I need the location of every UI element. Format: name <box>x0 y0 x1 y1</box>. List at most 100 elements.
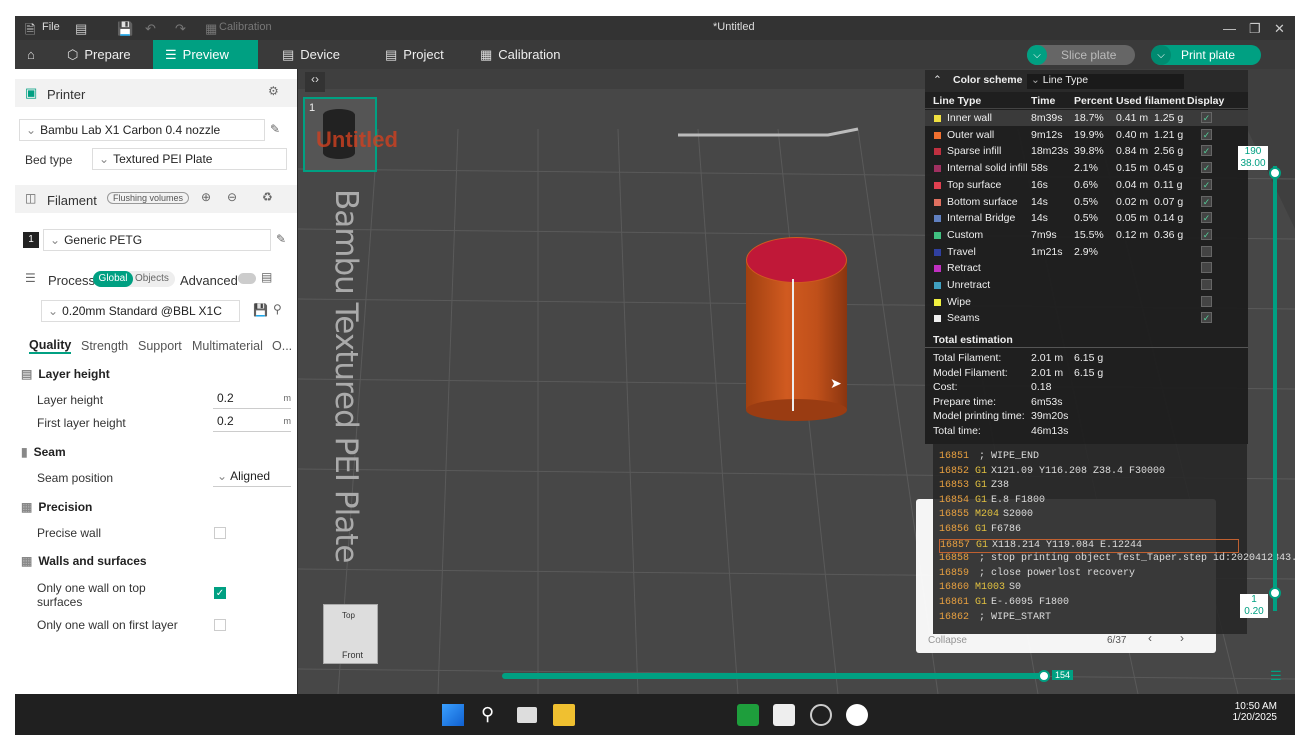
legend-row[interactable]: Bottom surface 14s 0.5% 0.02 m 0.07 g ✓ <box>925 194 1248 210</box>
layer-height-input[interactable]: 0.2 m <box>213 389 291 409</box>
legend-row[interactable]: Top surface 16s 0.6% 0.04 m 0.11 g ✓ <box>925 177 1248 193</box>
tab-prepare[interactable]: ⬡ Prepare <box>55 40 143 69</box>
save-icon[interactable]: 💾 <box>117 21 133 37</box>
tab-project[interactable]: ▤ Project <box>373 40 456 69</box>
legend-row[interactable]: Wipe <box>925 294 1248 310</box>
add-filament-icon[interactable]: ⊕ <box>201 190 211 204</box>
file-menu[interactable]: File <box>42 21 60 33</box>
print-dropdown-icon[interactable]: ⌵ <box>1151 45 1171 65</box>
display-checkbox[interactable]: ✓ <box>1201 212 1212 224</box>
flushing-volumes-button[interactable]: Flushing volumes <box>107 192 190 204</box>
bed-type-label: Bed type <box>25 153 73 167</box>
advanced-toggle[interactable] <box>238 273 256 284</box>
recorder-icon[interactable] <box>810 704 832 726</box>
layer-slider-top-handle[interactable] <box>1269 167 1281 179</box>
home-button[interactable]: ⌂ <box>15 40 47 69</box>
view-cube-top[interactable]: Top <box>342 611 355 620</box>
move-slider-handle[interactable] <box>1038 670 1050 682</box>
one-wall-first-layer-checkbox[interactable] <box>214 619 226 631</box>
legend-row[interactable]: Retract <box>925 260 1248 276</box>
notepad-icon[interactable] <box>773 704 795 726</box>
display-checkbox[interactable]: ✓ <box>1201 145 1212 157</box>
slice-dropdown-icon[interactable]: ⌵ <box>1027 45 1047 65</box>
search-icon[interactable]: ⚲ <box>273 302 282 316</box>
objects-option[interactable]: Objects <box>135 273 169 284</box>
edit-printer-icon[interactable]: ✎ <box>270 122 280 136</box>
tab-device[interactable]: ▤ Device <box>270 40 352 69</box>
display-checkbox[interactable]: ✓ <box>1201 312 1212 324</box>
color-scheme-select[interactable]: ⌄ Line Type <box>1027 74 1184 89</box>
print-plate-button[interactable]: ⌵ Print plate <box>1151 45 1261 65</box>
legend-row[interactable]: Outer wall 9m12s 19.9% 0.40 m 1.21 g ✓ <box>925 127 1248 143</box>
view-cube[interactable]: Top Front <box>323 604 378 664</box>
task-view-icon[interactable] <box>517 707 537 723</box>
tab-support[interactable]: Support <box>138 339 182 353</box>
tab-others[interactable]: O... <box>272 339 292 353</box>
display-checkbox[interactable]: ✓ <box>1201 178 1212 190</box>
printer-select[interactable]: ⌄ Bambu Lab X1 Carbon 0.4 nozzle <box>19 119 265 141</box>
display-checkbox[interactable] <box>1201 245 1212 257</box>
legend-row[interactable]: Unretract <box>925 277 1248 293</box>
redo-icon[interactable]: ↷ <box>175 21 186 37</box>
legend-row[interactable]: Sparse infill 18m23s 39.8% 0.84 m 2.56 g ✓ <box>925 143 1248 159</box>
view-cube-front[interactable]: Front <box>342 650 363 660</box>
global-option[interactable]: Global <box>93 271 133 287</box>
clock[interactable]: 10:50 AM 1/20/2025 <box>1225 701 1278 723</box>
global-objects-toggle[interactable]: Global Objects <box>93 271 175 287</box>
minimize-icon[interactable]: — <box>1223 21 1236 36</box>
seam-position-select[interactable]: ⌄ Aligned <box>213 467 291 487</box>
move-slider-value: 154 <box>1052 670 1074 680</box>
tab-strength[interactable]: Strength <box>81 339 128 353</box>
file-explorer-icon[interactable] <box>553 704 575 726</box>
collapse-legend-icon[interactable]: ⌃ <box>933 74 942 86</box>
layer-slider-bottom-handle[interactable] <box>1269 587 1281 599</box>
legend-row[interactable]: Internal Bridge 14s 0.5% 0.05 m 0.14 g ✓ <box>925 210 1248 226</box>
collapse-sidebar-icon[interactable]: ‹› <box>305 72 325 92</box>
display-checkbox[interactable] <box>1201 279 1212 290</box>
calibration-icon: ▦ <box>480 46 493 62</box>
close-icon[interactable]: ✕ <box>1274 21 1285 37</box>
collapse-button[interactable]: Collapse <box>928 635 967 646</box>
filament-select[interactable]: ⌄ Generic PETG <box>43 229 271 251</box>
bambu-studio-icon[interactable] <box>846 704 868 726</box>
calibration-label[interactable]: Calibration <box>219 21 272 33</box>
layer-slider[interactable] <box>1273 166 1277 611</box>
layers-stack-icon[interactable]: ☰ <box>1270 668 1282 684</box>
precise-wall-checkbox[interactable] <box>214 527 226 539</box>
bed-type-select[interactable]: ⌄ Textured PEI Plate <box>92 148 287 170</box>
green-app-icon[interactable] <box>737 704 759 726</box>
legend-row[interactable]: Custom 7m9s 15.5% 0.12 m 0.36 g ✓ <box>925 227 1248 243</box>
one-wall-top-checkbox[interactable]: ✓ <box>214 587 226 599</box>
maximize-icon[interactable]: ❐ <box>1249 21 1261 37</box>
undo-icon[interactable]: ↶ <box>145 21 156 37</box>
display-checkbox[interactable] <box>1201 262 1212 274</box>
remove-filament-icon[interactable]: ⊖ <box>227 190 237 204</box>
process-select[interactable]: ⌄ 0.20mm Standard @BBL X1C <box>41 300 240 322</box>
legend-row[interactable]: Seams ✓ <box>925 310 1248 326</box>
slice-plate-button[interactable]: ⌵ Slice plate <box>1027 45 1135 65</box>
legend-row[interactable]: Inner wall 8m39s 18.7% 0.41 m 1.25 g ✓ <box>925 110 1248 126</box>
display-checkbox[interactable]: ✓ <box>1201 162 1212 174</box>
display-checkbox[interactable]: ✓ <box>1201 112 1212 123</box>
process-list-icon[interactable]: ▤ <box>261 270 272 284</box>
tab-multimaterial[interactable]: Multimaterial <box>192 339 263 353</box>
display-checkbox[interactable] <box>1201 295 1212 307</box>
gcode-viewer[interactable]: 16851; WIPE_END 16852 G1 X121.09 Y116.208 Z… <box>933 444 1295 634</box>
move-slider[interactable] <box>502 673 1047 679</box>
legend-row[interactable]: Travel 1m21s 2.9% <box>925 244 1248 260</box>
tab-calibration[interactable]: ▦ Calibration <box>468 40 572 69</box>
printer-settings-icon[interactable]: ⚙ <box>268 84 279 98</box>
first-layer-height-input[interactable]: 0.2 m <box>213 412 291 432</box>
legend-row[interactable]: Internal solid infill 58s 2.1% 0.15 m 0.45 g… <box>925 160 1248 176</box>
windows-start-icon[interactable] <box>442 704 464 726</box>
edit-filament-icon[interactable]: ✎ <box>276 232 286 246</box>
save-process-icon[interactable]: 💾 <box>253 303 268 317</box>
display-checkbox[interactable]: ✓ <box>1201 128 1212 140</box>
tab-preview[interactable]: ☰ Preview <box>153 40 258 69</box>
menu-icon[interactable]: ▤ <box>75 21 87 37</box>
display-checkbox[interactable]: ✓ <box>1201 228 1212 240</box>
search-icon[interactable]: ⚲ <box>481 704 503 726</box>
display-checkbox[interactable]: ✓ <box>1201 195 1212 207</box>
tab-quality[interactable]: Quality <box>29 338 72 354</box>
filament-sync-icon[interactable]: ♻ <box>262 190 273 204</box>
